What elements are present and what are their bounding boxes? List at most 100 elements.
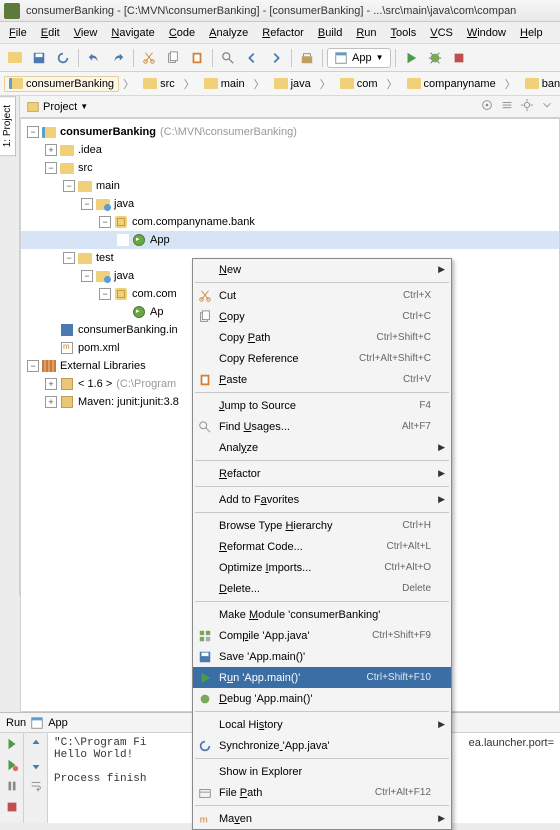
menu-item-maven[interactable]: mMaven▶ <box>193 808 451 829</box>
back-button[interactable] <box>241 47 263 69</box>
soft-wrap-button[interactable] <box>29 779 43 796</box>
make-button[interactable] <box>296 47 318 69</box>
up-trace-button[interactable] <box>29 737 43 754</box>
menu-tools[interactable]: Tools <box>384 25 424 41</box>
tree-toggle[interactable]: + <box>45 396 57 408</box>
open-file-button[interactable] <box>4 47 26 69</box>
menu-analyze[interactable]: Analyze <box>202 25 255 41</box>
tree-toggle[interactable]: + <box>45 144 57 156</box>
menu-item-copy[interactable]: CopyCtrl+C <box>193 306 451 327</box>
stop-button[interactable] <box>448 47 470 69</box>
menu-edit[interactable]: Edit <box>34 25 67 41</box>
tree-toggle[interactable]: − <box>27 360 39 372</box>
tree-item-consumerbanking[interactable]: −consumerBanking(C:\MVN\consumerBanking) <box>21 123 559 141</box>
pause-button[interactable] <box>5 779 19 796</box>
menu-view[interactable]: View <box>67 25 105 41</box>
cut-button[interactable] <box>138 47 160 69</box>
rerun-button[interactable] <box>5 737 19 754</box>
menu-item-local-history[interactable]: Local History▶ <box>193 714 451 735</box>
menu-item-file-path[interactable]: File PathCtrl+Alt+F12 <box>193 782 451 803</box>
menu-item-add-to-favorites[interactable]: Add to Favorites▶ <box>193 489 451 510</box>
breadcrumb-com[interactable]: com <box>335 76 383 92</box>
tree-item-app[interactable]: App <box>21 231 559 249</box>
tree-toggle[interactable]: − <box>81 270 93 282</box>
menu-item-jump-to-source[interactable]: Jump to SourceF4 <box>193 395 451 416</box>
tree-toggle[interactable]: − <box>81 198 93 210</box>
tree-item--idea[interactable]: +.idea <box>21 141 559 159</box>
sidebar-tab-project[interactable]: 1: Project <box>0 96 16 156</box>
menu-item-find-usages[interactable]: Find Usages...Alt+F7 <box>193 416 451 437</box>
run-tab-label[interactable]: Run <box>6 717 26 729</box>
submenu-arrow-icon: ▶ <box>438 468 445 479</box>
paste-button[interactable] <box>186 47 208 69</box>
menu-item-browse-type-hierarchy[interactable]: Browse Type HierarchyCtrl+H <box>193 515 451 536</box>
tree-toggle[interactable]: + <box>45 378 57 390</box>
tree-toggle[interactable]: − <box>45 162 57 174</box>
search-button[interactable] <box>217 47 239 69</box>
breadcrumb-java[interactable]: java <box>269 76 316 92</box>
breadcrumb-consumerbanking[interactable]: consumerBanking <box>4 76 119 92</box>
menu-item-refactor[interactable]: Refactor▶ <box>193 463 451 484</box>
project-view-selector[interactable]: Project ▼ <box>26 100 88 114</box>
menu-item-delete[interactable]: Delete...Delete <box>193 578 451 599</box>
breadcrumb-src[interactable]: src <box>138 76 180 92</box>
run-button[interactable] <box>400 47 422 69</box>
tree-toggle[interactable]: − <box>27 126 39 138</box>
menu-refactor[interactable]: Refactor <box>255 25 311 41</box>
tree-item-src[interactable]: −src <box>21 159 559 177</box>
save-button[interactable] <box>28 47 50 69</box>
tree-toggle[interactable]: − <box>99 288 111 300</box>
sync-button[interactable] <box>52 47 74 69</box>
menu-item-paste[interactable]: PasteCtrl+V <box>193 369 451 390</box>
settings-button[interactable] <box>520 98 534 115</box>
down-trace-button[interactable] <box>29 758 43 775</box>
tree-toggle[interactable]: − <box>63 252 75 264</box>
menu-item-copy-path[interactable]: Copy PathCtrl+Shift+C <box>193 327 451 348</box>
folder-icon <box>204 78 218 89</box>
menu-item-label: Copy Reference <box>219 353 359 365</box>
menu-help[interactable]: Help <box>513 25 550 41</box>
menu-run[interactable]: Run <box>349 25 383 41</box>
menu-item-debug-app-main[interactable]: Debug 'App.main()' <box>193 688 451 709</box>
tree-label: App <box>150 234 170 246</box>
redo-button[interactable] <box>107 47 129 69</box>
menu-item-reformat-code[interactable]: Reformat Code...Ctrl+Alt+L <box>193 536 451 557</box>
copy-button[interactable] <box>162 47 184 69</box>
menu-vcs[interactable]: VCS <box>423 25 460 41</box>
debug-button[interactable] <box>424 47 446 69</box>
menu-item-make-module-consumerbanking[interactable]: Make Module 'consumerBanking' <box>193 604 451 625</box>
menu-item-optimize-imports[interactable]: Optimize Imports...Ctrl+Alt+O <box>193 557 451 578</box>
menu-item-save-app-main[interactable]: Save 'App.main()' <box>193 646 451 667</box>
tree-toggle[interactable]: − <box>63 180 75 192</box>
menu-item-compile-app-java[interactable]: Compile 'App.java'Ctrl+Shift+F9 <box>193 625 451 646</box>
menu-code[interactable]: Code <box>162 25 202 41</box>
context-menu[interactable]: New▶ CutCtrl+XCopyCtrl+CCopy PathCtrl+Shi… <box>192 258 452 830</box>
menu-window[interactable]: Window <box>460 25 513 41</box>
rerun-failed-button[interactable] <box>5 758 19 775</box>
tree-item-java[interactable]: −java <box>21 195 559 213</box>
menu-item-show-in-explorer[interactable]: Show in Explorer <box>193 761 451 782</box>
menu-navigate[interactable]: Navigate <box>104 25 161 41</box>
stop-run-button[interactable] <box>5 800 19 817</box>
breadcrumb-companyname[interactable]: companyname <box>402 76 501 92</box>
undo-button[interactable] <box>83 47 105 69</box>
menu-item-copy-reference[interactable]: Copy ReferenceCtrl+Alt+Shift+C <box>193 348 451 369</box>
menu-item-cut[interactable]: CutCtrl+X <box>193 285 451 306</box>
menu-build[interactable]: Build <box>311 25 349 41</box>
forward-button[interactable] <box>265 47 287 69</box>
autoscroll-button[interactable] <box>480 98 494 115</box>
menu-item-synchronize-app-java[interactable]: Synchronize 'App.java' <box>193 735 451 756</box>
hide-button[interactable] <box>540 98 554 115</box>
collapse-all-button[interactable] <box>500 98 514 115</box>
menu-item-new[interactable]: New▶ <box>193 259 451 280</box>
run-config-selector[interactable]: App ▼ <box>327 48 391 68</box>
menu-item-run-app-main[interactable]: Run 'App.main()'Ctrl+Shift+F10 <box>193 667 451 688</box>
tree-toggle[interactable]: − <box>99 216 111 228</box>
source-folder-icon <box>96 271 110 282</box>
menu-item-analyze[interactable]: Analyze▶ <box>193 437 451 458</box>
breadcrumb-bank[interactable]: bank <box>520 76 560 92</box>
tree-item-com-companyname-bank[interactable]: −com.companyname.bank <box>21 213 559 231</box>
menu-file[interactable]: File <box>2 25 34 41</box>
tree-item-main[interactable]: −main <box>21 177 559 195</box>
breadcrumb-main[interactable]: main <box>199 76 250 92</box>
